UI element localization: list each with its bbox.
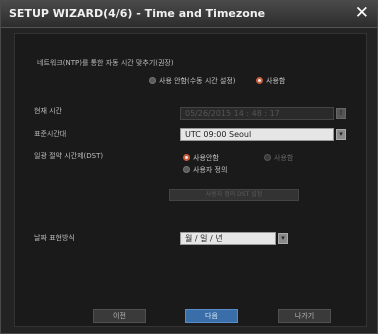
ntp-on-label[interactable]: 사용함 bbox=[266, 76, 285, 86]
title-bar: SETUP WIZARD(4/6) - Time and Timezone ✕ bbox=[1, 1, 377, 28]
window-title: SETUP WIZARD(4/6) - Time and Timezone bbox=[9, 7, 266, 20]
dst-off-label[interactable]: 사용안함 bbox=[193, 153, 219, 163]
ntp-label: 네트워크(NTP)를 통한 자동 시간 맞추기(권장) bbox=[37, 59, 174, 67]
current-time-field: 05/26/2015 14 : 48 : 17 bbox=[180, 107, 334, 120]
timezone-select[interactable]: UTC 09:00 Seoul bbox=[180, 128, 334, 141]
date-format-label: 날짜 표현방식 bbox=[34, 234, 75, 242]
ntp-off-radio[interactable] bbox=[149, 77, 156, 84]
date-format-dropdown-icon[interactable]: ▾ bbox=[278, 233, 288, 244]
dst-label: 일광 절약 시간제(DST) bbox=[34, 152, 104, 160]
timezone-label: 표준시간대 bbox=[34, 130, 67, 138]
time-spinner-icon: ⇕ bbox=[336, 108, 346, 119]
exit-button[interactable]: 나가기 bbox=[278, 309, 331, 323]
timezone-dropdown-icon[interactable]: ▾ bbox=[336, 129, 346, 140]
prev-button[interactable]: 이전 bbox=[93, 309, 146, 323]
date-format-select[interactable]: 월 / 일 / 년 bbox=[180, 232, 276, 245]
dst-custom-radio[interactable] bbox=[183, 166, 190, 173]
dst-on-radio bbox=[264, 154, 271, 161]
current-time-label: 현재 시간 bbox=[34, 107, 62, 115]
dst-on-label: 사용함 bbox=[274, 154, 294, 162]
ntp-off-label[interactable]: 사용 안함(수동 시간 설정) bbox=[159, 76, 236, 86]
next-button[interactable]: 다음 bbox=[185, 309, 238, 323]
close-icon[interactable]: ✕ bbox=[355, 4, 369, 22]
custom-dst-settings-button: 사용자 정의 DST 설정 bbox=[169, 189, 299, 201]
ntp-on-radio[interactable] bbox=[256, 77, 263, 84]
setup-wizard-window: SETUP WIZARD(4/6) - Time and Timezone ✕ … bbox=[0, 0, 378, 334]
dst-custom-label[interactable]: 사용자 정의 bbox=[193, 165, 227, 175]
dst-off-radio[interactable] bbox=[183, 154, 190, 161]
